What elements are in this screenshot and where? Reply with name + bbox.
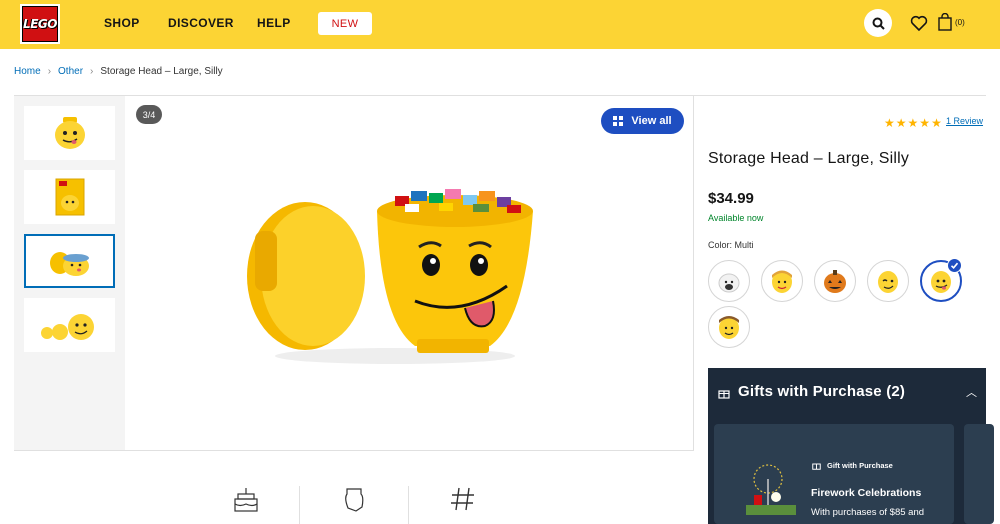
storage-head-outline-icon <box>345 488 364 512</box>
gift-icon <box>718 390 730 399</box>
divider <box>14 450 694 451</box>
top-navigation-bar <box>0 0 1000 49</box>
girl-head-image <box>772 270 792 293</box>
star-icon: ★ <box>907 116 919 130</box>
storage-head-thumbnail-image <box>54 117 85 149</box>
swatch-blonde-girl[interactable] <box>761 260 803 302</box>
gifts-with-purchase-panel: Gifts with Purchase (2) ︿ <box>708 368 994 524</box>
hashtag-icon <box>451 487 474 511</box>
selected-checkmark-icon <box>947 258 962 273</box>
star-icon: ★ <box>884 116 895 130</box>
image-counter: 3/4 <box>136 105 162 124</box>
gift-description: With purchases of $85 and <box>811 507 925 518</box>
gift-title: Firework Celebrations <box>811 487 922 499</box>
product-title: Storage Head – Large, Silly <box>708 150 910 167</box>
availability-status: Available now <box>708 213 764 223</box>
chevron-right-icon: › <box>47 66 52 77</box>
breadcrumb: Home › Other › Storage Head – Large, Sil… <box>14 66 223 77</box>
nav-shop[interactable]: SHOP <box>104 16 140 30</box>
thumbnail-column <box>14 96 125 450</box>
view-all-button[interactable]: View all <box>601 108 684 134</box>
storage-head-family-image <box>40 314 94 340</box>
swatch-white-sheep[interactable] <box>708 260 750 302</box>
review-link[interactable]: 1 Review <box>946 116 983 126</box>
star-icon: ★ <box>919 116 931 130</box>
swatch-winking[interactable] <box>867 260 909 302</box>
chevron-up-icon[interactable]: ︿ <box>966 384 977 400</box>
shopping-bag-icon[interactable] <box>938 13 952 31</box>
swatch-boy[interactable] <box>708 306 750 348</box>
breadcrumb-home[interactable]: Home <box>14 66 41 77</box>
color-label: Color: Multi <box>708 240 754 250</box>
winking-head-image <box>878 271 898 293</box>
boxed-storage-head-image <box>55 178 84 216</box>
bag-count: (0) <box>955 18 965 27</box>
swatch-pumpkin[interactable] <box>814 260 856 302</box>
lego-logo[interactable]: LEGO <box>20 4 60 44</box>
next-gift-card[interactable] <box>964 424 994 524</box>
boy-head-image <box>719 316 739 339</box>
sheep-head-image <box>718 273 740 293</box>
firework-celebrations-image <box>746 464 796 515</box>
gift-with-purchase-label: Gift with Purchase <box>827 461 893 470</box>
pumpkin-head-image <box>824 270 846 293</box>
gifts-title: Gifts with Purchase (2) <box>738 383 906 400</box>
thumbnail-1[interactable] <box>24 106 115 160</box>
nav-discover[interactable]: DISCOVER <box>168 16 234 30</box>
divider <box>299 486 300 524</box>
thumbnail-3[interactable] <box>24 234 115 288</box>
thumbnail-4[interactable] <box>24 298 115 352</box>
breadcrumb-current: Storage Head – Large, Silly <box>100 66 223 77</box>
silly-storage-head-image <box>247 189 533 364</box>
star-icon: ★ <box>895 116 907 130</box>
nav-new-button[interactable]: NEW <box>318 12 372 35</box>
breadcrumb-other[interactable]: Other <box>58 66 83 77</box>
wishlist-heart-icon[interactable] <box>910 14 928 32</box>
thumbnail-2[interactable] <box>24 170 115 224</box>
star-icon: ★ <box>931 116 942 130</box>
search-button[interactable] <box>864 9 892 37</box>
logo-text: LEGO <box>23 17 57 31</box>
cake-age-icon <box>234 488 258 512</box>
main-product-image-area: 3/4 View all <box>125 96 694 450</box>
open-storage-head-image <box>49 252 89 276</box>
grid-icon <box>613 116 624 126</box>
divider <box>408 486 409 524</box>
nav-help[interactable]: HELP <box>257 16 291 30</box>
view-all-label: View all <box>631 115 672 127</box>
product-price: $34.99 <box>708 190 754 207</box>
chevron-right-icon: › <box>90 66 94 77</box>
gift-icon <box>812 463 821 470</box>
search-icon <box>872 17 885 30</box>
rating-stars: ★ ★ ★ ★ ★ <box>884 116 942 130</box>
